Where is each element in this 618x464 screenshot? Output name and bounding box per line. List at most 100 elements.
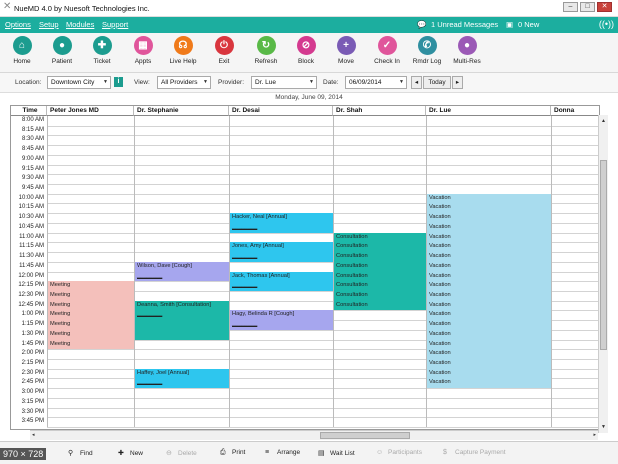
arrange-button[interactable]: ≡ Arrange xyxy=(265,449,300,456)
appointment-block[interactable]: Vacation xyxy=(427,203,551,214)
vertical-scroll-thumb[interactable] xyxy=(600,160,607,350)
exit-button[interactable]: ⏻ Exit xyxy=(204,36,244,65)
appointment-block[interactable]: Vacation xyxy=(427,271,551,282)
scroll-left-icon[interactable]: ◂ xyxy=(32,432,35,438)
appointment-block[interactable]: Vacation xyxy=(427,261,551,272)
provider-column-header[interactable]: Dr. Shah xyxy=(333,106,426,116)
appointment-block[interactable]: Vacation xyxy=(427,281,551,291)
participants-button[interactable]: ☺ Participants xyxy=(376,449,422,456)
check-in-button[interactable]: ✓ Check In xyxy=(367,36,407,65)
move-button[interactable]: + Move xyxy=(326,36,366,65)
find-button[interactable]: ⚲ Find xyxy=(68,449,93,457)
provider-column-header[interactable]: Donna xyxy=(551,106,599,116)
capture-payment-button[interactable]: $ Capture Payment xyxy=(443,449,506,456)
vertical-scrollbar[interactable]: ▲ ▼ xyxy=(598,115,608,433)
minimize-button[interactable]: – xyxy=(563,2,578,12)
menu-setup[interactable]: Setup xyxy=(39,20,59,29)
appointment-subtext: ________ xyxy=(137,379,163,386)
delete-button[interactable]: ⊖ Delete xyxy=(166,449,197,457)
close-overlay-icon[interactable]: ✕ xyxy=(3,2,13,12)
date-picker[interactable]: 06/09/2014 ▼ xyxy=(345,76,407,89)
multi-res-button[interactable]: ● Multi-Res xyxy=(447,36,487,65)
unread-messages[interactable]: 1 Unread Messages xyxy=(431,20,498,29)
appointment-text: Vacation xyxy=(429,223,451,230)
appointment-block[interactable]: Meeting xyxy=(48,290,134,301)
appointment-block[interactable]: Vacation xyxy=(427,378,551,389)
appointment-block[interactable]: Haffey, Joel [Annual] ________ xyxy=(135,368,229,389)
rmdr-log-button[interactable]: ✆ Rmdr Log xyxy=(407,36,447,65)
appointment-text: Vacation xyxy=(429,243,451,250)
horizontal-scroll-thumb[interactable] xyxy=(320,432,410,439)
patient-button[interactable]: ● Patient xyxy=(42,36,82,65)
appointment-block[interactable]: Meeting xyxy=(48,281,134,291)
maximize-button[interactable]: □ xyxy=(580,2,595,12)
appointment-block[interactable]: Meeting xyxy=(48,320,134,330)
appointment-block[interactable]: Vacation xyxy=(427,300,551,311)
appointment-block[interactable]: Vacation xyxy=(427,349,551,359)
appointment-block[interactable]: Hagy, Belinda R [Cough] ________ xyxy=(230,310,333,330)
today-button[interactable]: Today xyxy=(423,76,451,89)
home-button[interactable]: ⌂ Home xyxy=(2,36,42,65)
appointment-block[interactable]: Deanna, Smith [Consultation] ________ xyxy=(135,300,229,340)
appointment-block[interactable]: Jones, Amy [Annual] ________ xyxy=(230,242,333,262)
appointment-block[interactable]: Vacation xyxy=(427,232,551,243)
close-button[interactable]: ✕ xyxy=(597,2,612,12)
new-button[interactable]: ✚ New xyxy=(118,449,143,457)
wait-list-button[interactable]: ▤ Wait List xyxy=(318,449,355,457)
appointment-block[interactable]: Vacation xyxy=(427,213,551,223)
appointment-block[interactable]: Consultation xyxy=(334,252,426,262)
appointment-block[interactable]: Consultation xyxy=(334,242,426,253)
messages-icon[interactable]: 💬 xyxy=(417,20,426,29)
new-items-count[interactable]: 0 New xyxy=(518,20,539,29)
participants-icon: ☺ xyxy=(376,449,384,456)
appointment-block[interactable]: Meeting xyxy=(48,339,134,350)
scroll-up-icon[interactable]: ▲ xyxy=(601,118,606,124)
ticket-button[interactable]: ✚ Ticket xyxy=(82,36,122,65)
provider-column-header[interactable]: Dr. Desai xyxy=(229,106,333,116)
horizontal-scrollbar[interactable]: ◂ ▸ xyxy=(30,430,598,440)
scroll-right-icon[interactable]: ▸ xyxy=(593,432,596,438)
refresh-button[interactable]: ↻ Refresh xyxy=(246,36,286,65)
appts-button[interactable]: ▦ Appts xyxy=(123,36,163,65)
appointment-block[interactable]: Consultation xyxy=(334,271,426,282)
location-select[interactable]: Downtown City ▼ xyxy=(47,76,111,89)
appointment-block[interactable]: Meeting xyxy=(48,310,134,321)
appointment-block[interactable]: Consultation xyxy=(334,300,426,311)
provider-column-header[interactable]: Dr. Lue xyxy=(426,106,551,116)
next-day-button[interactable]: ▸ xyxy=(452,76,463,89)
appointment-block[interactable]: Vacation xyxy=(427,310,551,321)
appointment-block[interactable]: Vacation xyxy=(427,290,551,301)
scroll-down-icon[interactable]: ▼ xyxy=(601,424,606,430)
appointment-block[interactable]: Vacation xyxy=(427,368,551,379)
menu-support[interactable]: Support xyxy=(102,20,128,29)
appointment-block[interactable]: Consultation xyxy=(334,281,426,291)
appointment-block[interactable]: Consultation xyxy=(334,290,426,301)
menu-modules[interactable]: Modules xyxy=(66,20,94,29)
appointment-block[interactable]: Vacation xyxy=(427,320,551,330)
appointment-block[interactable]: Vacation xyxy=(427,242,551,253)
appointment-block[interactable]: Vacation xyxy=(427,359,551,369)
appointment-block[interactable]: Meeting xyxy=(48,300,134,311)
appointment-block[interactable]: Meeting xyxy=(48,329,134,340)
appointment-block[interactable]: Vacation xyxy=(427,329,551,340)
block-button[interactable]: ⊘ Block xyxy=(286,36,326,65)
location-info-icon[interactable]: i xyxy=(114,77,123,87)
provider-column-header[interactable]: Dr. Stephanie xyxy=(134,106,229,116)
appointment-block[interactable]: Hacker, Neal [Annual] ________ xyxy=(230,213,333,233)
live-help-button[interactable]: ☊ Live Help xyxy=(163,36,203,65)
provider-select[interactable]: Dr. Lue ▼ xyxy=(251,76,317,89)
appointment-block[interactable]: Jack, Thomas [Annual] ________ xyxy=(230,271,333,291)
provider-column-header[interactable]: Peter Jones MD xyxy=(47,106,134,116)
appointment-block[interactable]: Wilson, Dave [Cough] ________ xyxy=(135,261,229,282)
print-button[interactable]: ⎙ Print xyxy=(220,449,245,457)
menu-options[interactable]: Options xyxy=(5,20,31,29)
appointment-block[interactable]: Vacation xyxy=(427,193,551,204)
appointment-block[interactable]: Consultation xyxy=(334,232,426,243)
appointment-block[interactable]: Consultation xyxy=(334,261,426,272)
appointment-block[interactable]: Vacation xyxy=(427,222,551,233)
appointment-block[interactable]: Vacation xyxy=(427,252,551,262)
view-select[interactable]: All Providers ▼ xyxy=(157,76,211,89)
prev-day-button[interactable]: ◂ xyxy=(411,76,422,89)
new-items-icon[interactable]: ▣ xyxy=(506,20,513,29)
appointment-block[interactable]: Vacation xyxy=(427,339,551,350)
